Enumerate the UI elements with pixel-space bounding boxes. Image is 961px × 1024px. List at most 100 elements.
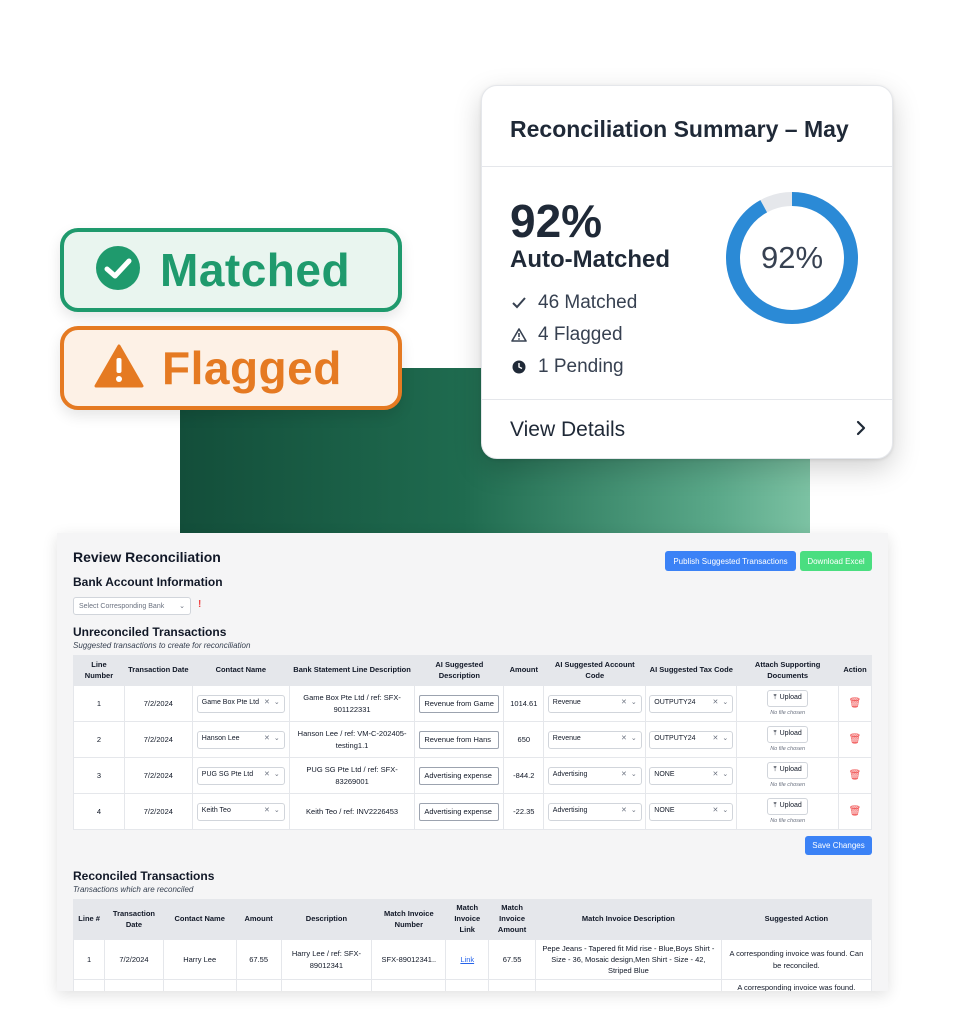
column-header: Contact Name bbox=[191, 655, 290, 686]
line-number: 4 bbox=[73, 793, 125, 830]
check-circle-icon bbox=[94, 244, 142, 297]
bank-description: Hanson Lee / ref: VM-C-202405-testing1.1 bbox=[288, 721, 416, 758]
column-header: Action bbox=[837, 655, 873, 686]
line-number: 1 bbox=[72, 939, 106, 980]
invoice-link[interactable]: Link bbox=[460, 955, 474, 964]
clear-icon[interactable]: ✕ bbox=[621, 699, 627, 706]
upload-button[interactable]: ⤒ Upload bbox=[767, 798, 808, 815]
clear-icon[interactable]: ✕ bbox=[713, 771, 719, 778]
contact-name: Harry Lee bbox=[162, 939, 237, 980]
chevron-down-icon: ⌄ bbox=[630, 771, 637, 779]
contact-name bbox=[162, 979, 237, 991]
invoice-amount: 67.55 bbox=[488, 939, 537, 980]
upload-button[interactable]: ⤒ Upload bbox=[767, 762, 808, 779]
chevron-down-icon: ⌄ bbox=[722, 735, 729, 743]
account-cell: Advertising ✕ ⌄ bbox=[543, 793, 647, 830]
view-details-button[interactable]: View Details bbox=[482, 400, 892, 458]
stat-flagged: 4 Flagged bbox=[510, 324, 623, 346]
ai-description-input[interactable]: Revenue from Hans bbox=[419, 730, 500, 749]
upload-label: Upload bbox=[779, 730, 802, 738]
no-file-text: No file chosen bbox=[770, 745, 806, 752]
table-row: 1 7/2/2024 Harry Lee 67.55 Harry Lee / r… bbox=[72, 939, 873, 980]
column-header: Attach Supporting Documents bbox=[736, 655, 839, 686]
tax-code-select[interactable]: NONE ✕ ⌄ bbox=[649, 766, 734, 785]
tax-code: NONE bbox=[654, 807, 675, 815]
column-header: AI Suggested Description bbox=[414, 655, 505, 686]
column-header: Suggested Action bbox=[720, 899, 873, 940]
save-changes-button[interactable]: Save Changes bbox=[805, 836, 872, 855]
flagged-label: Flagged bbox=[162, 342, 342, 394]
clear-icon[interactable]: ✕ bbox=[621, 735, 627, 742]
tax-cell: OUTPUTY24 ✕ ⌄ bbox=[645, 721, 738, 758]
download-excel-button[interactable]: Download Excel bbox=[800, 551, 872, 571]
bank-description: Game Box Pte Ltd / ref: SFX-901122331 bbox=[288, 685, 416, 722]
tax-code-select[interactable]: NONE ✕ ⌄ bbox=[649, 802, 734, 821]
chevron-down-icon: ⌄ bbox=[630, 699, 637, 707]
clear-icon[interactable]: ✕ bbox=[713, 699, 719, 706]
upload-button[interactable]: ⤒ Upload bbox=[767, 690, 808, 707]
clear-icon[interactable]: ✕ bbox=[264, 807, 270, 814]
publish-suggested-button[interactable]: Publish Suggested Transactions bbox=[665, 551, 796, 571]
chevron-down-icon: ⌄ bbox=[722, 807, 729, 815]
contact-select[interactable]: PUG SG Pte Ltd ✕ ⌄ bbox=[196, 766, 285, 785]
account-code-select[interactable]: Revenue ✕ ⌄ bbox=[547, 694, 642, 713]
line-number: 1 bbox=[73, 685, 125, 722]
upload-label: Upload bbox=[779, 766, 802, 774]
trash-icon[interactable]: 🗑 bbox=[849, 734, 862, 745]
ai-description-input[interactable]: Advertising expense bbox=[419, 802, 500, 821]
account-code-select[interactable]: Advertising ✕ ⌄ bbox=[547, 766, 642, 785]
contact-name: Hanson Lee bbox=[201, 735, 240, 743]
bank-select[interactable]: Select Corresponding Bank ⌄ bbox=[73, 597, 191, 615]
invoice-description: Pepe Jeans - Tapered fit Mid rise - Blue… bbox=[535, 939, 722, 980]
tax-cell: NONE ✕ ⌄ bbox=[645, 757, 738, 794]
line-number: 3 bbox=[73, 757, 125, 794]
column-header: Match Invoice Amount bbox=[488, 899, 537, 940]
trash-icon[interactable]: 🗑 bbox=[849, 770, 862, 781]
action-cell: 🗑 bbox=[837, 793, 873, 830]
matched-label: Matched bbox=[160, 244, 351, 296]
upload-cell: ⤒ Upload No file chosen bbox=[736, 757, 839, 794]
tax-code-select[interactable]: OUTPUTY24 ✕ ⌄ bbox=[649, 730, 734, 749]
transaction-date: 7/2/2024 bbox=[123, 685, 193, 722]
contact-name: Game Box Pte Ltd bbox=[201, 699, 259, 707]
contact-name: Keith Teo bbox=[201, 807, 231, 815]
account-code: Advertising bbox=[552, 771, 588, 779]
table-row: 1 7/2/2024 Game Box Pte Ltd ✕ ⌄ Game Box P… bbox=[73, 685, 873, 722]
tax-cell: NONE ✕ ⌄ bbox=[645, 793, 738, 830]
contact-select[interactable]: Game Box Pte Ltd ✕ ⌄ bbox=[196, 694, 285, 713]
clear-icon[interactable]: ✕ bbox=[713, 735, 719, 742]
clear-icon[interactable]: ✕ bbox=[264, 699, 270, 706]
flagged-badge: Flagged bbox=[60, 326, 402, 410]
clear-icon[interactable]: ✕ bbox=[621, 807, 627, 814]
column-header: Amount bbox=[235, 899, 282, 940]
ai-description-input[interactable]: Revenue from Game bbox=[419, 694, 500, 713]
upload-button[interactable]: ⤒ Upload bbox=[767, 726, 808, 743]
bank-description: Keith Teo / ref: INV2226453 bbox=[288, 793, 416, 830]
contact-select[interactable]: Keith Teo ✕ ⌄ bbox=[196, 802, 285, 821]
contact-select[interactable]: Hanson Lee ✕ ⌄ bbox=[196, 730, 285, 749]
tax-code: NONE bbox=[654, 771, 675, 779]
account-code: Advertising bbox=[552, 807, 588, 815]
column-header: Match Invoice Number bbox=[371, 899, 447, 940]
account-code-select[interactable]: Advertising ✕ ⌄ bbox=[547, 802, 642, 821]
ai-description-input[interactable]: Advertising expense bbox=[419, 766, 500, 785]
chevron-down-icon: ⌄ bbox=[179, 603, 185, 610]
trash-icon[interactable]: 🗑 bbox=[849, 698, 862, 709]
upload-label: Upload bbox=[779, 802, 802, 810]
transaction-date bbox=[104, 979, 164, 991]
no-file-text: No file chosen bbox=[770, 781, 806, 788]
column-header: Line # bbox=[72, 899, 106, 940]
clear-icon[interactable]: ✕ bbox=[264, 771, 270, 778]
trash-icon[interactable]: 🗑 bbox=[849, 806, 862, 817]
clear-icon[interactable]: ✕ bbox=[621, 771, 627, 778]
line-number bbox=[72, 979, 106, 991]
upload-icon: ⤒ bbox=[773, 730, 777, 738]
account-code-select[interactable]: Revenue ✕ ⌄ bbox=[547, 730, 642, 749]
bank-description: PUG SG Pte Ltd / ref: SFX-83269001 bbox=[288, 757, 416, 794]
tax-code-select[interactable]: OUTPUTY24 ✕ ⌄ bbox=[649, 694, 734, 713]
auto-matched-percent: 92% bbox=[510, 195, 603, 247]
ai-desc-cell: Revenue from Hans bbox=[414, 721, 505, 758]
clear-icon[interactable]: ✕ bbox=[264, 735, 270, 742]
clear-icon[interactable]: ✕ bbox=[713, 807, 719, 814]
upload-cell: ⤒ Upload No file chosen bbox=[736, 721, 839, 758]
